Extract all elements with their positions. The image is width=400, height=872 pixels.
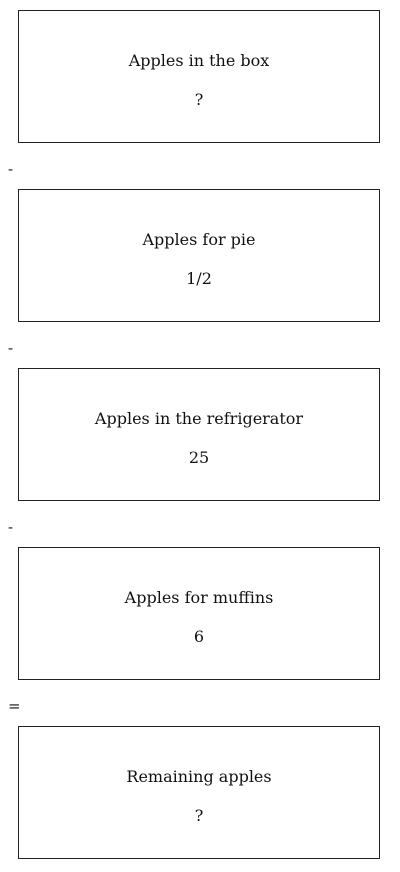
box-value: ? [194, 806, 204, 825]
box-apples-for-pie: Apples for pie 1/2 [18, 189, 380, 322]
box-value: ? [194, 90, 204, 109]
box-value: 1/2 [186, 269, 212, 288]
box-value: 25 [188, 448, 210, 467]
box-value: 6 [193, 627, 205, 646]
box-label: Remaining apples [126, 767, 272, 786]
box-apples-for-muffins: Apples for muffins 6 [18, 547, 380, 680]
box-label: Apples for muffins [124, 588, 274, 607]
box-apples-in-refrigerator: Apples in the refrigerator 25 [18, 368, 380, 501]
box-apples-in-box: Apples in the box ? [18, 10, 380, 143]
operator-minus: - [8, 160, 14, 178]
box-label: Apples for pie [142, 230, 256, 249]
operator-minus: - [8, 339, 14, 357]
box-label: Apples in the refrigerator [94, 409, 304, 428]
box-remaining-apples: Remaining apples ? [18, 726, 380, 859]
operator-minus: - [8, 518, 14, 536]
box-label: Apples in the box [128, 51, 270, 70]
operator-equals: = [8, 697, 21, 715]
